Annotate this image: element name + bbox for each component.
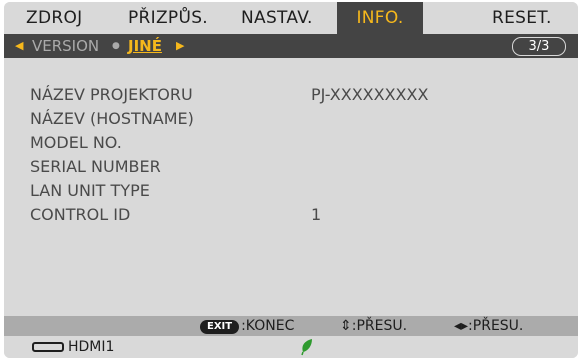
tab-info[interactable]: INFO. xyxy=(337,2,423,34)
input-source-label: HDMI1 xyxy=(68,339,115,355)
subtab-bar: ◀ VERSION ● JINÉ ▶ 3/3 xyxy=(4,34,578,58)
exit-key-icon: EXIT xyxy=(200,320,240,334)
subtab-jine[interactable]: JINÉ xyxy=(128,34,162,58)
row-label: SERIAL NUMBER xyxy=(30,157,161,176)
hdmi-port-icon xyxy=(32,342,64,352)
row-value: PJ-XXXXXXXXX xyxy=(311,85,429,104)
row-label: MODEL NO. xyxy=(30,133,122,152)
guide-exit-label: :KONEC xyxy=(241,318,295,334)
row-label: LAN UNIT TYPE xyxy=(30,181,150,200)
tab-reset[interactable]: RESET. xyxy=(492,2,552,34)
row-label: CONTROL ID xyxy=(30,205,131,224)
row-value: 1 xyxy=(311,205,322,224)
status-bar: HDMI1 xyxy=(4,336,578,358)
subtab-version[interactable]: VERSION xyxy=(32,34,99,58)
guide-updown-label: ⇕:PŘESU. xyxy=(340,318,408,334)
osd-menu: ZDROJ PŘIZPŮS. NASTAV. INFO. RESET. ◀ VE… xyxy=(4,2,578,358)
key-guide-bar: EXIT:KONEC ⇕:PŘESU. ◂▸:PŘESU. xyxy=(4,316,578,336)
row-label: NÁZEV PROJEKTORU xyxy=(30,85,193,104)
guide-leftright-label: ◂▸:PŘESU. xyxy=(454,318,524,334)
subtab-next-arrow-icon[interactable]: ▶ xyxy=(176,34,184,58)
guide-exit: EXIT:KONEC xyxy=(200,316,294,336)
menu-tab-bar: ZDROJ PŘIZPŮS. NASTAV. INFO. RESET. xyxy=(4,2,578,34)
subtab-prev-arrow-icon[interactable]: ◀ xyxy=(15,34,23,58)
eco-leaf-icon xyxy=(301,339,312,356)
info-content: NÁZEV PROJEKTORU PJ-XXXXXXXXX NÁZEV (HOS… xyxy=(4,58,578,316)
tab-prizpus[interactable]: PŘIZPŮS. xyxy=(128,2,208,34)
input-source: HDMI1 xyxy=(32,336,114,358)
tab-zdroj[interactable]: ZDROJ xyxy=(26,2,82,34)
page-indicator: 3/3 xyxy=(512,37,566,56)
tab-nastav[interactable]: NASTAV. xyxy=(241,2,313,34)
row-label: NÁZEV (HOSTNAME) xyxy=(30,109,194,128)
subtab-separator-icon: ● xyxy=(112,41,120,51)
